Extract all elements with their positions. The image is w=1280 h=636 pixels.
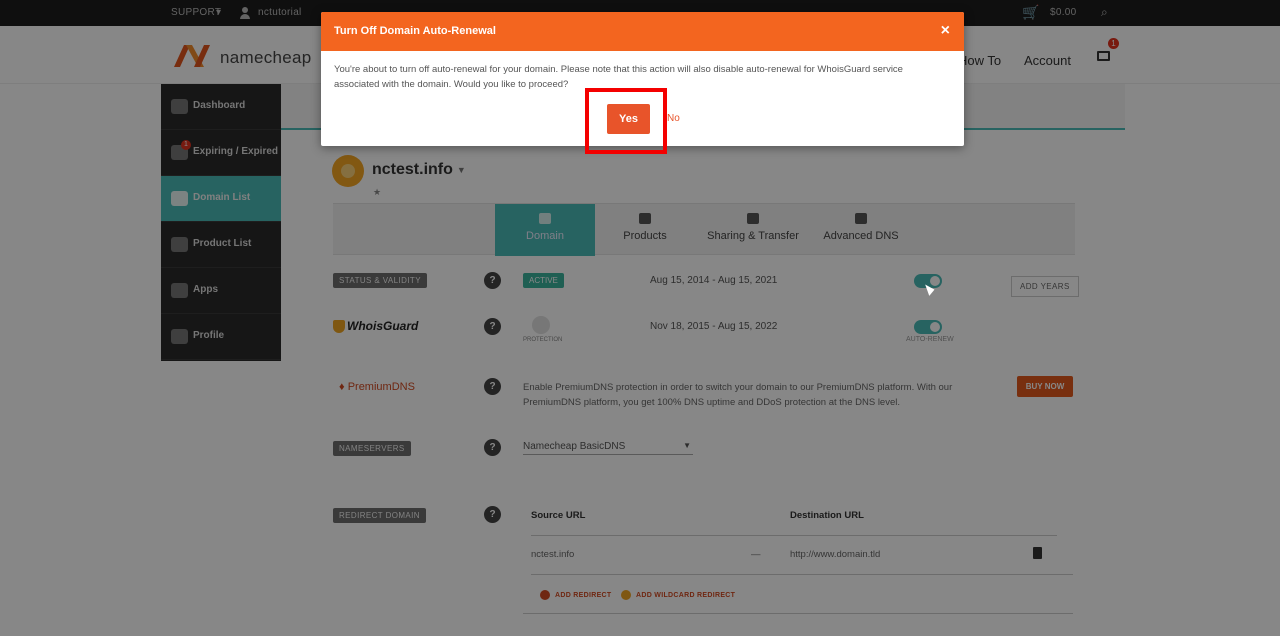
dialog-message: You're about to turn off auto-renewal fo… <box>334 64 903 90</box>
yes-button[interactable]: Yes <box>607 104 650 134</box>
dialog-title: Turn Off Domain Auto-Renewal <box>334 25 496 37</box>
turn-off-auto-renewal-dialog: Turn Off Domain Auto-Renewal × You're ab… <box>321 12 964 146</box>
dialog-header: Turn Off Domain Auto-Renewal × <box>321 12 964 51</box>
close-icon[interactable]: × <box>941 23 950 39</box>
no-link[interactable]: No <box>667 113 680 124</box>
